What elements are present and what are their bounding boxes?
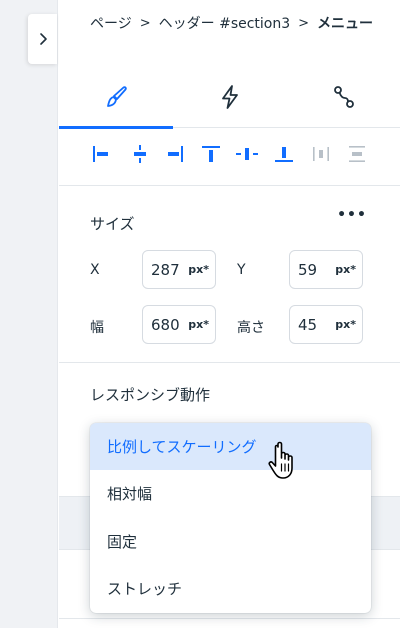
dropdown-option-stretch[interactable]: ストレッチ	[90, 565, 371, 612]
distribute-vertical-icon	[349, 146, 365, 162]
paintbrush-icon	[107, 86, 127, 107]
lightning-icon	[222, 85, 238, 109]
width-input[interactable]: 680 px*	[142, 305, 216, 344]
width-unit[interactable]: px*	[188, 318, 209, 331]
breadcrumb-current: メニュー	[317, 16, 374, 32]
align-left-button[interactable]	[89, 142, 113, 166]
dropdown-option-relative-width[interactable]: 相対幅	[90, 470, 371, 517]
left-gutter	[0, 0, 58, 628]
height-unit[interactable]: px*	[335, 318, 356, 331]
x-label: X	[90, 262, 100, 278]
distribute-vertical-button	[345, 142, 369, 166]
height-value: 45	[298, 315, 318, 334]
tab-interactions[interactable]	[173, 66, 287, 128]
x-value: 287	[151, 260, 180, 279]
responsive-behavior-title: レスポンシブ動作	[90, 386, 211, 404]
width-value: 680	[151, 315, 180, 334]
align-top-button[interactable]	[199, 142, 223, 166]
responsive-behavior-dropdown: 比例してスケーリング 相対幅 固定 ストレッチ	[90, 423, 371, 613]
size-section-title: サイズ	[90, 215, 135, 233]
align-bottom-button[interactable]	[272, 142, 296, 166]
breadcrumb-header[interactable]: ヘッダー #section3	[159, 13, 291, 33]
align-right-button[interactable]	[163, 142, 187, 166]
breadcrumb: ページ > ヘッダー #section3 > メニュー	[90, 12, 400, 34]
tab-connections[interactable]	[287, 66, 400, 128]
x-unit[interactable]: px*	[188, 263, 209, 276]
align-bottom-icon	[275, 147, 293, 162]
distribute-horizontal-icon	[313, 147, 329, 161]
y-input[interactable]: 59 px*	[289, 250, 363, 289]
chevron-right-icon	[39, 33, 47, 45]
distribute-horizontal-button	[309, 142, 333, 166]
align-right-icon	[168, 146, 183, 162]
align-left-icon	[93, 146, 108, 162]
breadcrumb-separator: >	[298, 15, 310, 31]
expand-panel-button[interactable]	[28, 14, 57, 64]
inspector-tabs	[59, 66, 400, 129]
y-label: Y	[237, 262, 246, 278]
align-center-horizontal-icon	[134, 145, 146, 163]
align-center-horizontal-button[interactable]	[128, 142, 152, 166]
more-options-button[interactable]: •••	[337, 207, 366, 223]
breadcrumb-separator: >	[139, 15, 151, 31]
align-center-vertical-icon	[236, 148, 258, 160]
height-label: 高さ	[237, 320, 265, 336]
breadcrumb-page[interactable]: ページ	[90, 13, 132, 33]
alignment-toolbar	[59, 128, 400, 186]
align-center-vertical-button[interactable]	[235, 142, 259, 166]
connect-icon	[334, 86, 354, 108]
tab-design[interactable]	[59, 66, 173, 129]
align-top-icon	[202, 146, 220, 162]
x-input[interactable]: 287 px*	[142, 250, 216, 289]
hand-pointer-cursor-icon	[268, 441, 293, 479]
dropdown-option-fixed[interactable]: 固定	[90, 518, 371, 565]
size-section: サイズ ••• X 287 px* Y 59 px* 幅 680 px* 高さ …	[59, 187, 400, 363]
y-value: 59	[298, 260, 318, 279]
divider	[59, 618, 400, 619]
dropdown-option-scale-proportionally[interactable]: 比例してスケーリング	[90, 423, 371, 470]
y-unit[interactable]: px*	[335, 263, 356, 276]
height-input[interactable]: 45 px*	[289, 305, 363, 344]
width-label: 幅	[90, 320, 104, 336]
